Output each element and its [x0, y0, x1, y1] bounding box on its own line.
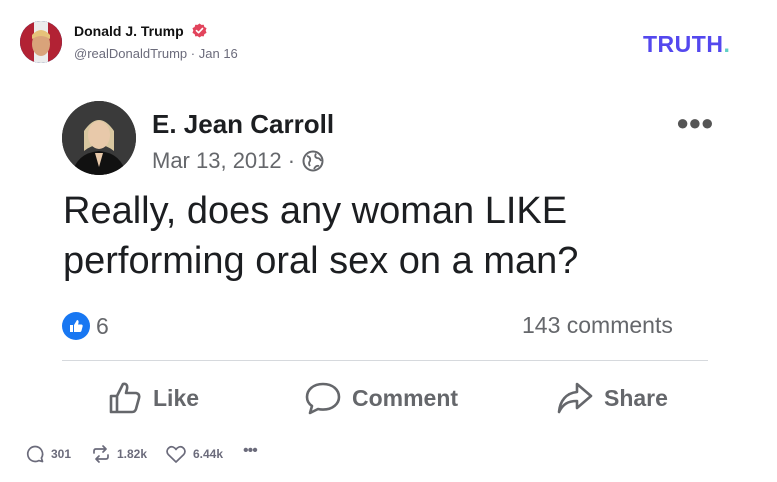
- like-button[interactable]: 6.44k: [165, 444, 223, 464]
- embedded-share-action: Share: [556, 380, 668, 416]
- embedded-like-action: Like: [107, 380, 199, 416]
- like-count: 6.44k: [193, 447, 224, 461]
- author-handle[interactable]: @realDonaldTrump: [74, 46, 187, 61]
- more-options-button[interactable]: •••: [243, 442, 258, 460]
- reply-count: 301: [51, 447, 72, 461]
- thumbs-up-icon: [109, 382, 141, 414]
- comment-icon: [305, 382, 341, 415]
- embedded-author-avatar: [62, 101, 136, 175]
- embedded-author-name: E. Jean Carroll: [152, 109, 335, 139]
- share-label: Share: [604, 384, 668, 411]
- meta-separator: ·: [190, 46, 196, 61]
- retruth-button[interactable]: 1.82k: [91, 444, 147, 464]
- author-avatar[interactable]: [20, 21, 62, 63]
- logo-text: TRUTH: [643, 31, 724, 57]
- heart-icon: [166, 445, 186, 463]
- embedded-comment-count: 143 comments: [522, 312, 673, 338]
- share-icon: [557, 382, 593, 414]
- embedded-post-text: Really, does any woman LIKE performing o…: [63, 190, 579, 282]
- embedded-reactions: 6: [62, 312, 109, 340]
- logo-dot: .: [723, 31, 731, 57]
- embedded-post-date: Mar 13, 2012 ·: [152, 148, 324, 174]
- globe-icon: [302, 150, 324, 172]
- truth-logo[interactable]: TRUTH.: [643, 31, 730, 58]
- verified-badge-icon: [192, 23, 207, 38]
- reply-icon: [26, 445, 44, 463]
- embedded-comment-action: Comment: [304, 380, 458, 416]
- more-options-icon: •••: [243, 442, 258, 459]
- more-icon: ●●●: [676, 110, 714, 135]
- author-name[interactable]: Donald J. Trump: [74, 23, 207, 39]
- embedded-date-text: Mar 13, 2012 ·: [152, 148, 296, 173]
- retruth-icon: [93, 445, 109, 463]
- embedded-divider: [62, 360, 708, 361]
- comment-label: Comment: [352, 384, 459, 411]
- like-reaction-icon: [62, 312, 90, 340]
- reply-button[interactable]: 301: [25, 444, 71, 464]
- author-name-text[interactable]: Donald J. Trump: [74, 23, 184, 39]
- embedded-like-count: 6: [96, 312, 109, 339]
- like-label: Like: [153, 384, 200, 411]
- retruth-count: 1.82k: [117, 447, 148, 461]
- post-date[interactable]: Jan 16: [199, 46, 238, 61]
- author-meta: @realDonaldTrump · Jan 16: [74, 46, 238, 61]
